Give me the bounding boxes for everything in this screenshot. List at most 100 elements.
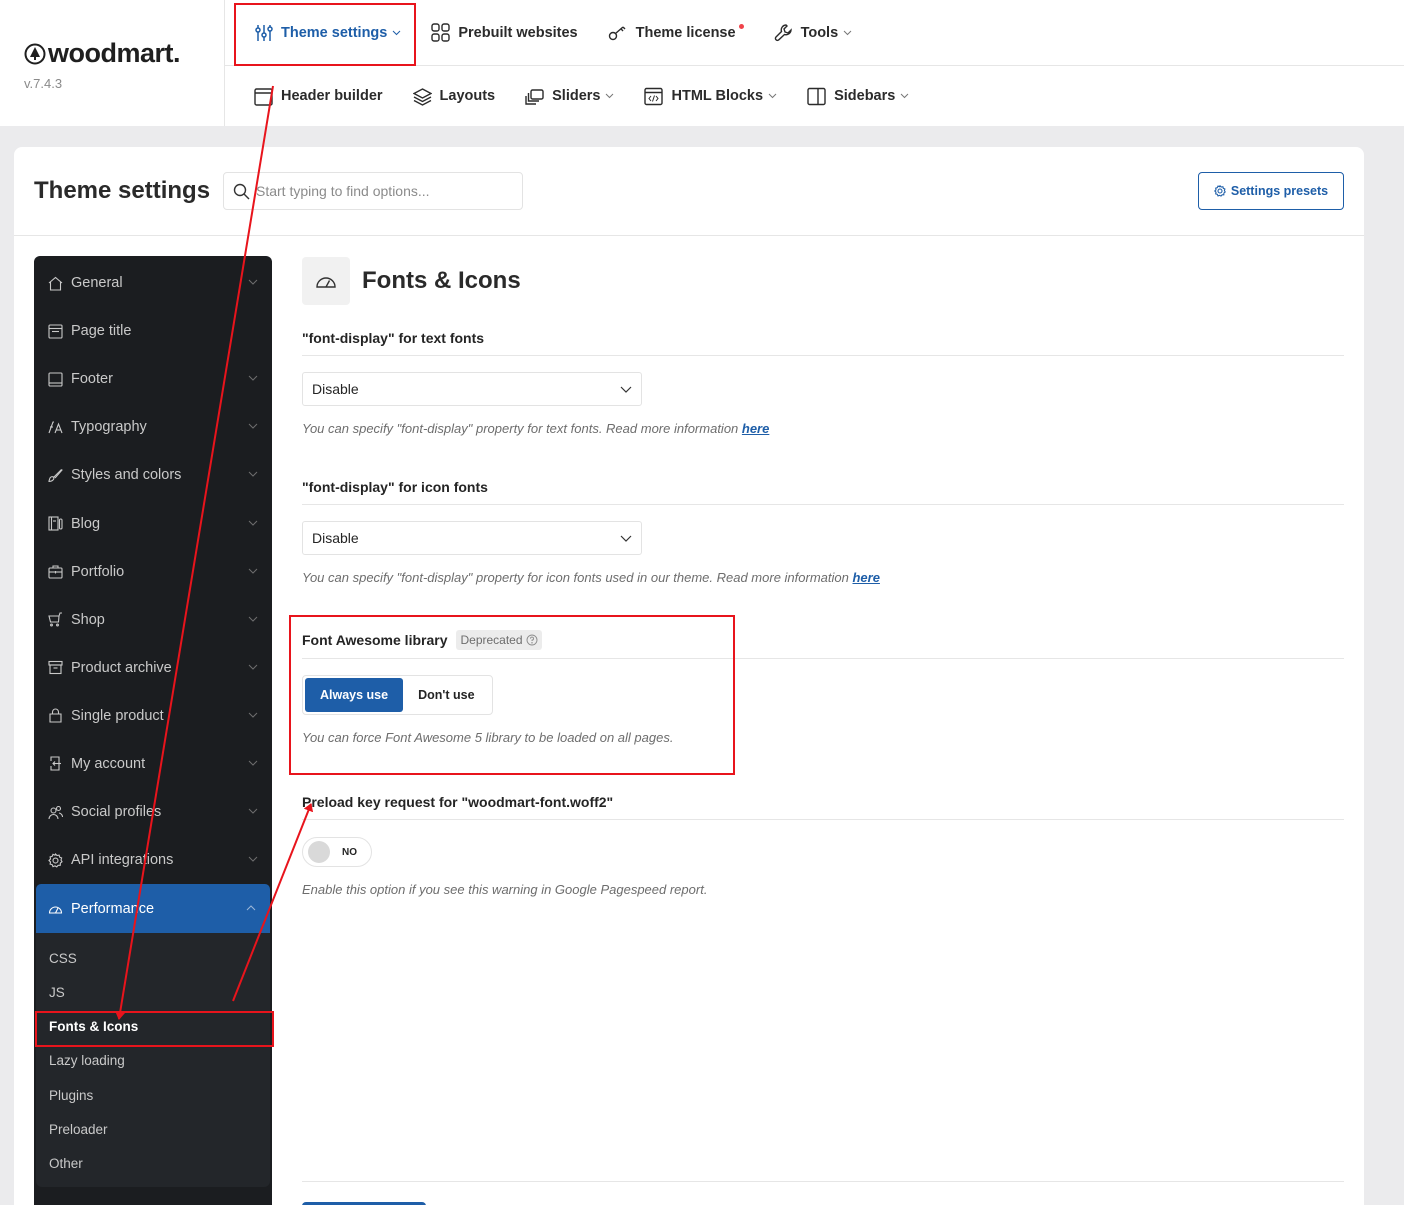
- submenu-item-css[interactable]: CSS: [36, 941, 270, 975]
- dont-use-button[interactable]: Don't use: [403, 678, 489, 712]
- icon-font-display-select[interactable]: Disable: [302, 521, 642, 555]
- sidebar-item-label: Shop: [71, 611, 105, 628]
- nav-sliders[interactable]: Sliders: [525, 88, 614, 105]
- sidebar-item-styles-and-colors[interactable]: Styles and colors: [34, 451, 272, 499]
- page-title: Theme settings: [34, 177, 211, 204]
- settings-sidebar: General Page title Footer Typography Sty…: [34, 256, 272, 1205]
- nav-label: Layouts: [439, 88, 496, 104]
- section-title: Fonts & Icons: [362, 267, 521, 294]
- toggle-knob: [308, 841, 330, 863]
- sidebar-item-single-product[interactable]: Single product: [34, 692, 272, 740]
- badge-label: Deprecated: [460, 632, 523, 647]
- settings-presets-button[interactable]: Settings presets: [1198, 172, 1344, 210]
- wrench-icon: [774, 24, 792, 42]
- sidebar-item-typography[interactable]: Typography: [34, 403, 272, 451]
- nav-sidebars[interactable]: Sidebars: [807, 87, 909, 106]
- home-icon: [48, 276, 63, 291]
- sidebar-item-label: Blog: [71, 515, 101, 532]
- theme-settings-panel: Theme settings Settings presets General …: [14, 147, 1364, 1205]
- layers-icon: [412, 87, 432, 106]
- sidebar-icon: [807, 87, 826, 105]
- sidebar-item-label: General: [71, 275, 123, 292]
- option-preload-key-request: Preload key request for "woodmart-font.w…: [302, 785, 1344, 897]
- chevron-down-icon: [606, 93, 614, 99]
- chevron-down-icon: [248, 520, 258, 526]
- chevron-down-icon: [620, 535, 632, 542]
- submenu-item-preloader[interactable]: Preloader: [36, 1112, 270, 1146]
- chevron-down-icon: [843, 30, 852, 35]
- nav-html-blocks[interactable]: HTML Blocks: [644, 87, 777, 106]
- nav-theme-license[interactable]: Theme license: [608, 24, 744, 41]
- performance-submenu: CSS JS Fonts & Icons Lazy loading Plugin…: [36, 933, 270, 1187]
- help-icon[interactable]: [526, 634, 538, 646]
- nav-label: Theme license: [635, 24, 736, 41]
- sidebar-item-label: Footer: [71, 371, 113, 388]
- section-header: Fonts & Icons: [302, 256, 1344, 306]
- gauge-icon: [48, 906, 63, 914]
- footer-icon: [48, 372, 63, 387]
- read-more-link[interactable]: here: [742, 421, 769, 436]
- sidebar-item-social-profiles[interactable]: Social profiles: [34, 788, 272, 836]
- toggle-label: NO: [342, 846, 357, 858]
- typography-icon: [48, 421, 63, 434]
- panel-header: Theme settings Settings presets: [14, 147, 1364, 236]
- nav-theme-settings[interactable]: Theme settings: [255, 24, 401, 42]
- slides-icon: [525, 88, 544, 105]
- read-more-link[interactable]: here: [852, 570, 879, 585]
- sidebar-item-label: Product archive: [71, 659, 172, 676]
- sidebar-item-label: API integrations: [71, 852, 174, 869]
- select-value: Disable: [312, 530, 359, 546]
- nav-tools[interactable]: Tools: [774, 23, 853, 42]
- option-description: You can force Font Awesome 5 library to …: [302, 730, 674, 745]
- chevron-up-icon: [246, 905, 256, 911]
- nav-header-builder[interactable]: Header builder: [254, 87, 383, 106]
- submenu-item-other[interactable]: Other: [36, 1146, 270, 1180]
- sidebar-item-footer[interactable]: Footer: [34, 355, 272, 403]
- nav-layouts[interactable]: Layouts: [412, 87, 496, 106]
- nav-label: HTML Blocks: [671, 88, 764, 104]
- search-input[interactable]: [256, 183, 506, 199]
- users-icon: [48, 805, 63, 819]
- sidebar-item-general[interactable]: General: [34, 259, 272, 307]
- chevron-down-icon: [248, 616, 258, 622]
- chevron-down-icon: [248, 472, 258, 478]
- nav-prebuilt-websites[interactable]: Prebuilt websites: [431, 23, 578, 42]
- options-search[interactable]: [223, 172, 523, 210]
- sidebar-item-shop[interactable]: Shop: [34, 596, 272, 644]
- option-title: "font-display" for text fonts: [302, 321, 1344, 356]
- sidebar-item-product-archive[interactable]: Product archive: [34, 644, 272, 692]
- submenu-item-lazy-loading[interactable]: Lazy loading: [36, 1044, 270, 1078]
- sidebar-item-performance[interactable]: Performance: [36, 884, 270, 934]
- sidebar-item-my-account[interactable]: My account: [34, 740, 272, 788]
- brush-icon: [48, 469, 63, 482]
- nav-label: Header builder: [281, 88, 383, 104]
- text-font-display-select[interactable]: Disable: [302, 372, 642, 406]
- preload-toggle[interactable]: NO: [302, 837, 372, 867]
- nav-label: Tools: [800, 24, 839, 41]
- code-block-icon: [644, 87, 664, 105]
- admin-topbar: woodmart. v.7.4.3 Theme settings Prebuil…: [0, 0, 1404, 126]
- sidebar-item-portfolio[interactable]: Portfolio: [34, 548, 272, 596]
- tree-logo-icon: [24, 43, 46, 64]
- chevron-down-icon: [248, 760, 258, 766]
- submenu-item-plugins[interactable]: Plugins: [36, 1078, 270, 1112]
- submenu-item-fonts-icons[interactable]: Fonts & Icons: [36, 1010, 270, 1044]
- chevron-down-icon: [900, 93, 909, 99]
- woodmart-logo[interactable]: woodmart.: [24, 38, 181, 69]
- submenu-item-js[interactable]: JS: [36, 975, 270, 1009]
- chevron-down-icon: [248, 279, 258, 285]
- sidebar-item-label: Typography: [71, 419, 147, 436]
- chevron-down-icon: [248, 856, 258, 862]
- sliders-icon: [255, 24, 273, 41]
- chevron-down-icon: [620, 386, 632, 393]
- option-title: Font Awesome library: [302, 631, 448, 648]
- sidebar-item-label: Page title: [71, 323, 132, 340]
- select-value: Disable: [312, 381, 359, 397]
- always-use-button[interactable]: Always use: [305, 678, 404, 712]
- sidebar-item-page-title[interactable]: Page title: [34, 307, 272, 355]
- version-label: v.7.4.3: [24, 76, 63, 91]
- sidebar-item-blog[interactable]: Blog: [34, 499, 272, 547]
- gauge-icon: [316, 277, 336, 288]
- chevron-down-icon: [248, 375, 258, 381]
- sidebar-item-api-integrations[interactable]: API integrations: [34, 836, 272, 884]
